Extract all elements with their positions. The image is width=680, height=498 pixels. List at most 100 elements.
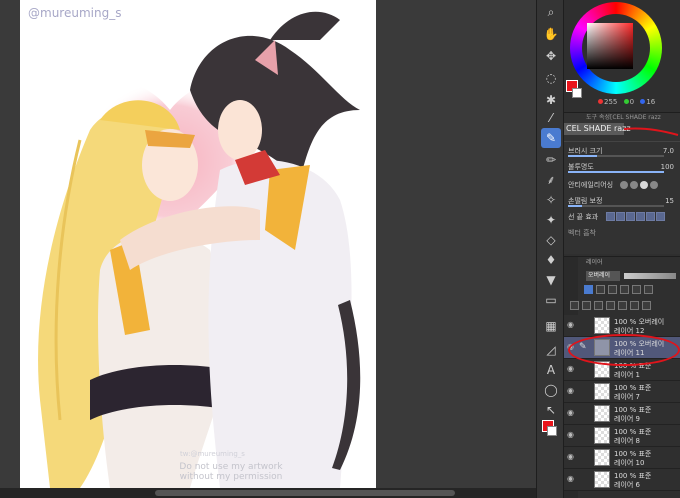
correction-label: 손떨림 보정 (568, 197, 603, 205)
canvas-page[interactable]: @mureuming_s tw:@mureuming_s Do not use … (20, 0, 376, 488)
blend-mode-select[interactable]: 오버레이 (586, 271, 620, 281)
clip-icon[interactable] (584, 285, 593, 294)
aa-strong-icon[interactable] (650, 181, 658, 189)
antialias-label: 안티에일리어싱 (568, 181, 614, 189)
layer-row[interactable]: ◉ 100 % 표준 레이어 8 (564, 425, 680, 447)
brush-size-slider[interactable] (568, 155, 664, 157)
frame-icon[interactable]: ▦ (541, 316, 561, 336)
layer-row[interactable]: ◉ 100 % 표준 레이어 6 (564, 469, 680, 491)
mask-icon[interactable] (644, 285, 653, 294)
tool-property-panel: 도구 속성[CEL SHADE razz CEL SHADE razz 브러시 … (564, 112, 680, 254)
lock-transparent-icon[interactable] (632, 285, 641, 294)
canvas-area[interactable]: @mureuming_s tw:@mureuming_s Do not use … (0, 0, 536, 498)
wand-icon[interactable]: ✱ (541, 90, 561, 110)
sub-color-chip[interactable] (547, 426, 557, 436)
aa-weak-icon[interactable] (630, 181, 638, 189)
eyedropper-icon[interactable]: ⁄ (541, 108, 561, 128)
red-annotation-arrow (623, 127, 679, 136)
new-vector-layer-icon[interactable] (582, 301, 591, 310)
gradient-icon[interactable]: ▭ (541, 290, 561, 310)
eraser-icon[interactable]: ◇ (541, 230, 561, 250)
lasso-icon[interactable]: ◌ (541, 68, 561, 88)
delete-layer-icon[interactable] (642, 301, 651, 310)
brush-size-value[interactable]: 7.0 (663, 145, 674, 157)
rgb-b-value: 16 (646, 98, 656, 106)
horizontal-scrollbar-thumb[interactable] (155, 490, 455, 496)
new-folder-icon[interactable] (594, 301, 603, 310)
hand-icon[interactable]: ✋ (541, 24, 561, 44)
green-dot-icon (623, 99, 629, 104)
layer-opacity-slider[interactable] (624, 273, 676, 279)
pencil-icon[interactable]: ✏ (541, 150, 561, 170)
eye-icon[interactable]: ◉ (567, 409, 575, 417)
transfer-down-icon[interactable] (606, 301, 615, 310)
draft-icon[interactable] (608, 285, 617, 294)
vector-row[interactable]: 벡터 흡착 (564, 227, 680, 239)
magnifier-icon[interactable]: ⌕ (541, 2, 561, 22)
layer-thumbnail[interactable] (594, 405, 610, 422)
layer-row[interactable]: ◉ 100 % 표준 레이어 9 (564, 403, 680, 425)
layer-row[interactable]: ◉ 100 % 표준 레이어 7 (564, 381, 680, 403)
stroke-end-options[interactable] (606, 212, 666, 225)
layer-thumbnail[interactable] (594, 317, 610, 334)
move-icon[interactable]: ✥ (541, 46, 561, 66)
antialias-options[interactable] (620, 181, 660, 193)
eye-icon[interactable]: ◉ (567, 321, 575, 329)
ruler-icon[interactable]: ◿ (541, 340, 561, 360)
layer-panel-tab[interactable]: 레이어 (564, 257, 680, 269)
aa-none-icon[interactable] (620, 181, 628, 189)
new-mask-icon[interactable] (630, 301, 639, 310)
airbrush-icon[interactable]: ✧ (541, 190, 561, 210)
eye-icon[interactable]: ◉ (567, 475, 575, 483)
correction-slider[interactable] (568, 205, 664, 207)
antialias-row[interactable]: 안티에일리어싱 (564, 179, 680, 191)
brush-size-row[interactable]: 브러시 크기 7.0 (564, 145, 680, 157)
color-wheel-panel: 255 0 16 (564, 0, 680, 108)
layer-thumbnail[interactable] (594, 471, 610, 488)
saturation-value-square[interactable] (587, 23, 633, 69)
clip-studio-window: @mureuming_s tw:@mureuming_s Do not use … (0, 0, 680, 498)
layer-name: 레이어 7 (614, 393, 640, 401)
layer-thumbnail[interactable] (594, 427, 610, 444)
stroke-end-label: 선 끝 효과 (568, 213, 599, 221)
layer-row[interactable]: ◉ 100 % 표준 레이어 10 (564, 447, 680, 469)
fill-icon[interactable]: ▼ (541, 270, 561, 290)
watermark-notice: Do not use my artwork without my permiss… (176, 462, 286, 482)
correction-value[interactable]: 15 (665, 195, 674, 207)
stroke-end-row[interactable]: 선 끝 효과 (564, 211, 680, 223)
tool-palette: ⌕ ✋ ✥ ◌ ✱ ⁄ ✎ ✏ ⸙ ✧ ✦ ◇ ♦ ▼ ▭ ▦ ◿ A ◯ ↖ (536, 0, 564, 498)
layer-thumbnail[interactable] (594, 449, 610, 466)
rgb-readout: 255 0 16 (594, 98, 655, 106)
correction-row[interactable]: 손떨림 보정 15 (564, 195, 680, 207)
text-icon[interactable]: A (541, 360, 561, 380)
eye-icon[interactable]: ◉ (567, 431, 575, 439)
eye-icon[interactable]: ◉ (567, 453, 575, 461)
opacity-row[interactable]: 불투명도 100 (564, 161, 680, 173)
layer-thumbnail[interactable] (594, 383, 610, 400)
layer-name: 레이어 9 (614, 415, 640, 423)
aa-medium-icon[interactable] (640, 181, 648, 189)
eye-icon[interactable]: ◉ (567, 365, 575, 373)
pen-icon[interactable]: ✎ (541, 128, 561, 148)
new-raster-layer-icon[interactable] (570, 301, 579, 310)
lock-icon[interactable] (620, 285, 629, 294)
brush-icon[interactable]: ⸙ (541, 170, 561, 190)
merge-down-icon[interactable] (618, 301, 627, 310)
brush-size-label: 브러시 크기 (568, 147, 603, 155)
decoration-icon[interactable]: ✦ (541, 210, 561, 230)
red-dot-icon (598, 99, 603, 104)
watermark-handle: tw:@mureuming_s (180, 450, 245, 458)
sub-color-swatch[interactable] (572, 88, 582, 98)
eye-icon[interactable]: ◉ (567, 387, 575, 395)
watermark-top: @mureuming_s (28, 6, 122, 20)
horizontal-scrollbar[interactable] (0, 488, 536, 498)
blend-icon[interactable]: ♦ (541, 250, 561, 270)
red-annotation-ellipse (568, 334, 680, 366)
artwork-illustration (38, 11, 361, 488)
balloon-icon[interactable]: ◯ (541, 380, 561, 400)
layer-name: 레이어 1 (614, 371, 640, 379)
correct-icon[interactable]: ↖ (541, 400, 561, 420)
right-panels: 255 0 16 도구 속성[CEL SHADE razz CEL SHADE … (564, 0, 680, 498)
reference-icon[interactable] (596, 285, 605, 294)
opacity-slider[interactable] (568, 171, 664, 173)
